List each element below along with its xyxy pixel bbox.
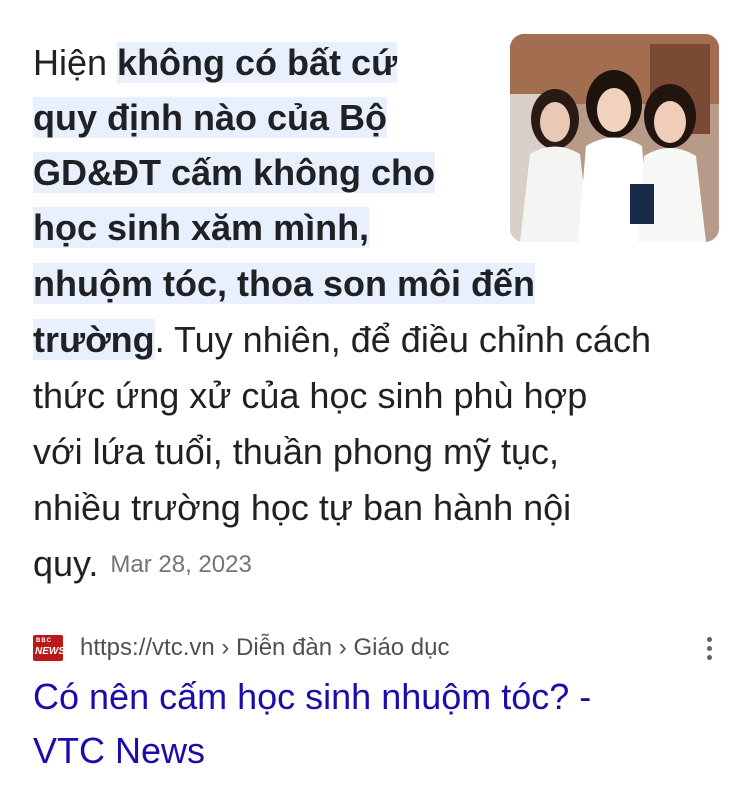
result-url-breadcrumb[interactable]: https://vtc.vn › Diễn đàn › Giáo dục [80,633,450,663]
snippet-line-6: trường. Tuy nhiên, để điều chỉnh cách [33,318,651,362]
snippet-line-10: quy. Mar 28, 2023 [33,542,252,587]
snippet-line-7: thức ứng xử của học sinh phù hợp [33,375,588,416]
result-source[interactable]: BBC NEWS https://vtc.vn › Diễn đàn › Giá… [33,633,723,663]
snippet-text: quy. [33,543,99,584]
snippet-line-9: nhiều trường học tự ban hành nội [33,487,572,528]
snippet-thumbnail-image[interactable] [510,34,719,242]
favicon-bottom-text: NEWS [35,646,65,657]
snippet-line-8: với lứa tuổi, thuần phong mỹ tục, [33,431,559,472]
snippet-line-2: quy định nào của Bộ [33,96,388,140]
favicon-top-text: BBC [36,638,52,644]
snippet-line-3: GD&ĐT cấm không cho [33,151,436,195]
snippet-highlight: học sinh xăm mình, [33,207,370,248]
result-title-link[interactable]: Có nên cấm học sinh nhuộm tóc? - [33,675,591,719]
snippet-highlight: GD&ĐT cấm không cho [33,152,436,193]
snippet-highlight: không có bất cứ [117,42,398,83]
snippet-highlight: trường [33,319,155,360]
snippet-highlight: nhuộm tóc, thoa son môi đến [33,263,535,304]
result-title-link-line2[interactable]: VTC News [33,729,205,773]
snippet-date: Mar 28, 2023 [110,551,252,578]
more-options-icon[interactable] [705,637,713,663]
snippet-line-4: học sinh xăm mình, [33,206,370,250]
snippet-line-1: Hiện không có bất cứ [33,41,398,85]
snippet-text: . Tuy nhiên, để điều chỉnh cách [154,319,651,360]
vtc-news-favicon-icon: BBC NEWS [33,635,65,661]
snippet-text: Hiện [33,42,118,83]
students-photo-icon [510,34,719,242]
snippet-highlight: quy định nào của Bộ [33,97,388,138]
snippet-line-5: nhuộm tóc, thoa son môi đến [33,262,535,306]
